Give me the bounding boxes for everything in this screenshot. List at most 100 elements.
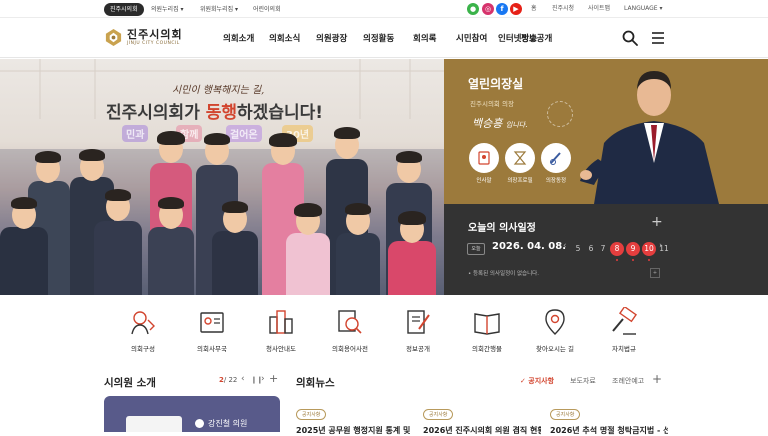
language-select[interactable]: LANGUAGE ▾ [624, 3, 662, 15]
members-more-button[interactable]: + [269, 372, 278, 385]
document-pen-icon [407, 310, 430, 334]
quick-links: 의회구성 의회사무국 청사안내도 의회용어사전 정보공개 의회간행물 찾아오시는… [0, 295, 768, 365]
quick-glossary[interactable]: 의회용어사전 [318, 307, 382, 359]
tab-committee-site[interactable]: 위원회누리집 ▾ [194, 3, 244, 16]
greeting-label[interactable]: 인사말 [464, 176, 504, 184]
chairman-signature-suffix: 입니다. [505, 121, 528, 129]
council-members-group-photo [0, 127, 444, 295]
news-tab-notice[interactable]: ✓ 공지사항 [520, 376, 554, 386]
quick-link-label: 청사안내도 [266, 345, 296, 353]
nav-minutes[interactable]: 회의록 [413, 32, 436, 44]
building-icon [269, 310, 293, 334]
glossary-search-icon [338, 310, 362, 334]
tab-member-site[interactable]: 의원누리집 ▾ [145, 3, 190, 16]
quick-ordinances[interactable]: 자치법규 [592, 307, 656, 359]
quick-secretariat[interactable]: 의회사무국 [180, 307, 244, 359]
news-badge: 공지사항 [296, 409, 327, 420]
activity-label[interactable]: 의장동정 [536, 176, 576, 184]
tab-council-home[interactable]: 진주시의회 [104, 3, 144, 16]
quick-building-guide[interactable]: 청사안내도 [249, 307, 313, 359]
kakao-icon[interactable]: ● [467, 3, 479, 15]
prev-day-icon[interactable]: ‹ [563, 241, 567, 251]
news-card[interactable]: 공지사항 2025년 공무원 행정지원 통계 및 [296, 401, 414, 435]
schedule-day[interactable]: 5 [571, 242, 585, 256]
today-schedule-panel: 오늘의 의사일정 + 오늘 2026. 04. 08. ‹ 5 6 7 8 9 … [444, 204, 768, 295]
hero-slogan: 진주시의회가 동행하겠습니다! [106, 98, 323, 123]
members-pager: 2/ 22 [219, 376, 237, 384]
logo-title[interactable]: 진주시의회 [127, 26, 183, 42]
news-card[interactable]: 공지사항 2026년 진주시의회 의원 겸직 현황 [423, 401, 541, 435]
jinju-city-link[interactable]: 진주시청 [552, 3, 574, 15]
chairman-portrait [580, 71, 719, 204]
members-section-title: 시의원 소개 [104, 377, 156, 389]
schedule-day-has-event[interactable]: 10 [642, 242, 656, 261]
facebook-icon[interactable]: f [496, 3, 508, 15]
chairman-profile-button[interactable] [505, 143, 535, 173]
home-link[interactable]: 홈 [531, 3, 537, 15]
news-card[interactable]: 공지사항 2026년 추석 명절 청탁금지법 - 선 [550, 401, 668, 435]
quick-link-label: 의회간행물 [472, 345, 502, 353]
nav-council-intro[interactable]: 의회소개 [223, 32, 254, 44]
quick-link-label: 정보공개 [406, 345, 430, 353]
news-badge: 공지사항 [550, 409, 581, 420]
quick-info-disclosure[interactable]: 정보공개 [386, 307, 450, 359]
quick-link-label: 찾아오시는 길 [536, 345, 574, 353]
news-tab-press[interactable]: 보도자료 [570, 376, 596, 386]
member-card[interactable]: 강진철 의원 [104, 396, 280, 432]
quick-link-label: 자치법규 [612, 345, 636, 353]
nav-citizen[interactable]: 시민참여 [456, 32, 487, 44]
chairman-signature-name: 백승흥 [472, 117, 503, 130]
today-badge[interactable]: 오늘 [467, 243, 485, 255]
schedule-day[interactable]: 7 [596, 242, 610, 256]
quick-directions[interactable]: 찾아오시는 길 [523, 307, 587, 359]
hero-slogan-pre: 진주시의회가 [106, 103, 206, 123]
member-badge-icon [195, 419, 204, 428]
members-page-total: / 22 [223, 376, 238, 384]
schedule-date: 2026. 04. 08. [492, 241, 567, 252]
quick-link-label: 의회용어사전 [332, 345, 368, 353]
news-title: 2026년 추석 명절 청탁금지법 - 선 [550, 426, 668, 435]
chairman-signature: 백승흥 입니다. [472, 115, 527, 131]
council-emblem-icon[interactable] [104, 28, 123, 47]
logo-subtitle: JINJU CITY COUNCIL [127, 41, 180, 46]
site-header: 진주시의회 JINJU CITY COUNCIL 의회소개 의회소식 의원광장 … [0, 18, 768, 58]
schedule-title: 오늘의 의사일정 [468, 223, 536, 234]
schedule-more-button[interactable]: + [651, 214, 663, 230]
prev-icon[interactable]: ‹ [241, 374, 245, 384]
nav-council-news[interactable]: 의회소식 [269, 32, 300, 44]
nav-activities[interactable]: 의정활동 [363, 32, 394, 44]
schedule-detail-button[interactable]: + [650, 268, 660, 278]
quick-publications[interactable]: 의회간행물 [455, 307, 519, 359]
hero-slogan-small: 시민이 행복해지는 길, [172, 85, 265, 96]
chairman-activity-button[interactable] [541, 143, 571, 173]
hero-banner[interactable]: 시민이 행복해지는 길, 진주시의회가 동행하겠습니다! 민과 함께 걸어온 3… [0, 59, 444, 295]
next-icon[interactable]: › [261, 374, 265, 384]
next-day-icon[interactable]: › [659, 241, 663, 251]
greeting-button[interactable] [469, 143, 499, 173]
profile-label[interactable]: 의장프로필 [500, 176, 540, 184]
news-more-button[interactable]: + [652, 372, 662, 386]
hero-slogan-post: 하겠습니다! [237, 103, 323, 123]
decorative-circle [547, 101, 573, 127]
tab-children-council[interactable]: 어린이의회 [247, 3, 287, 16]
quick-council-structure[interactable]: 의회구성 [111, 307, 175, 359]
nav-member-plaza[interactable]: 의원광장 [316, 32, 347, 44]
youtube-icon[interactable]: ▶ [510, 3, 522, 15]
instagram-icon[interactable]: ◎ [482, 3, 494, 15]
search-icon[interactable] [621, 29, 639, 47]
sitemap-link[interactable]: 사이트맵 [588, 3, 610, 15]
secretariat-icon [200, 312, 224, 333]
schedule-day-has-event[interactable]: 9 [626, 242, 640, 261]
news-section-title: 의회뉴스 [296, 377, 335, 389]
council-structure-icon [131, 311, 155, 335]
nav-info-disclosure[interactable]: 정보공개 [521, 32, 552, 44]
news-title: 2026년 진주시의회 의원 겸직 현황 [423, 426, 541, 435]
chairman-panel-title: 열린의장실 [468, 77, 524, 91]
news-title: 2025년 공무원 행정지원 통계 및 [296, 426, 411, 435]
greeting-icon [478, 151, 490, 165]
menu-icon[interactable] [649, 29, 667, 47]
schedule-day-selected[interactable]: 8 [610, 242, 624, 261]
hero-slogan-highlight: 동행 [205, 103, 238, 123]
nav-info-disclosure-label: 정보공개 [521, 34, 553, 44]
news-tab-ordinance[interactable]: 조례안예고 [612, 376, 644, 386]
